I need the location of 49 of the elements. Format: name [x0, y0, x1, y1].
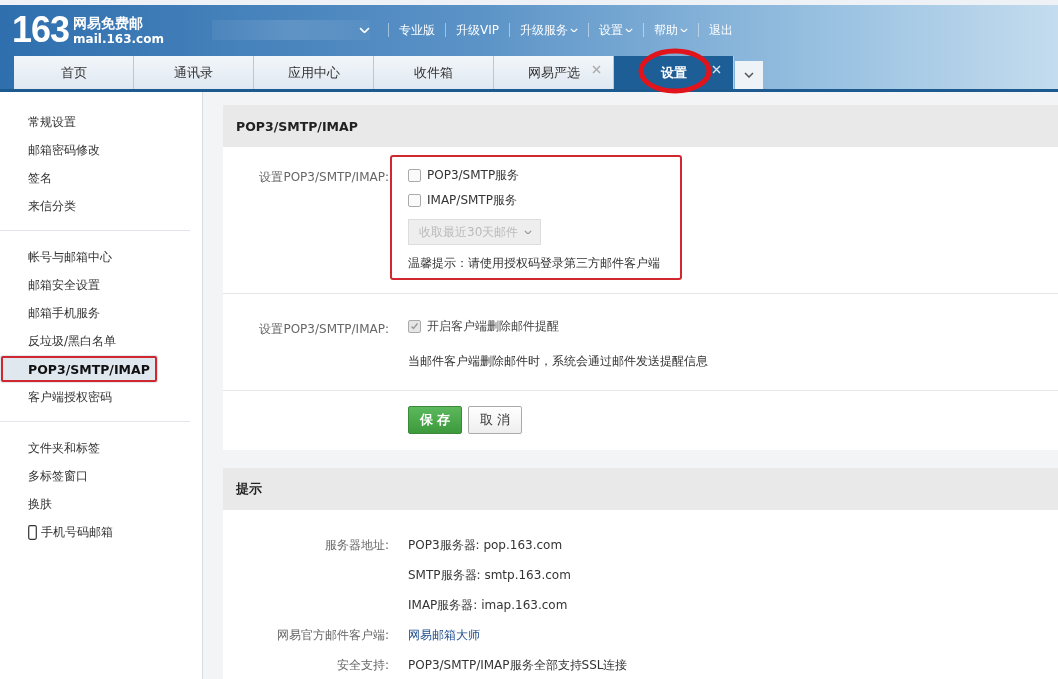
sidebar-item[interactable]: 常规设置	[0, 108, 188, 136]
sidebar-item[interactable]: POP3/SMTP/IMAP	[0, 355, 158, 383]
nav-tab[interactable]: 网易严选	[494, 56, 614, 89]
sidebar-item[interactable]: 帐号与邮箱中心	[0, 243, 188, 271]
chevron-down-icon	[679, 27, 688, 33]
client-link[interactable]: 网易邮箱大师	[408, 620, 480, 650]
nav-tab[interactable]: 通讯录	[134, 56, 254, 89]
hint-text: 温馨提示：请使用授权码登录第三方邮件客户端	[408, 255, 660, 272]
form-label: 设置POP3/SMTP/IMAP:	[258, 321, 389, 338]
info-value: POP3/SMTP/IMAP服务全部支持SSL连接	[408, 656, 628, 674]
info-label: 安全支持:	[335, 656, 389, 674]
chevron-down-icon	[358, 26, 370, 34]
sidebar-item[interactable]: 手机号码邮箱	[0, 518, 188, 546]
phone-icon	[28, 524, 37, 540]
info-value: SMTP服务器: smtp.163.com	[408, 566, 571, 584]
sidebar-item[interactable]: 邮箱安全设置	[0, 271, 188, 299]
checkbox-option[interactable]: POP3/SMTP服务	[408, 163, 660, 188]
sidebar-item[interactable]: 多标签窗口	[0, 462, 188, 490]
sidebar-item[interactable]: 邮箱手机服务	[0, 299, 188, 327]
chevron-down-icon	[524, 229, 532, 235]
chevron-down-icon	[744, 72, 754, 78]
info-value: IMAP服务器: imap.163.com	[408, 596, 569, 614]
form-label: 设置POP3/SMTP/IMAP:	[258, 169, 389, 186]
logo-domain: mail.163.com	[73, 31, 164, 46]
sidebar-item[interactable]: 邮箱密码修改	[0, 136, 188, 164]
chevron-down-icon	[624, 27, 633, 33]
nav-tab[interactable]: 收件箱	[374, 56, 494, 89]
sidebar-item[interactable]: 换肤	[0, 490, 188, 518]
cancel-button[interactable]: 取 消	[468, 406, 522, 434]
checkbox-option[interactable]: IMAP/SMTP服务	[408, 188, 660, 213]
sidebar-item[interactable]: 反垃圾/黑白名单	[0, 327, 188, 355]
panel-title: POP3/SMTP/IMAP	[223, 105, 1058, 147]
info-value: POP3服务器: pop.163.com	[408, 536, 564, 554]
info-label: 服务器地址:	[323, 536, 389, 554]
info-label: 网易官方邮件客户端:	[275, 626, 389, 644]
sidebar-item[interactable]: 签名	[0, 164, 188, 192]
account-selector[interactable]	[211, 20, 370, 41]
nav-tab[interactable]: 首页	[14, 56, 134, 89]
more-tabs-button[interactable]	[735, 61, 763, 89]
panel-title: 提示	[223, 468, 1058, 510]
hint-text: 当邮件客户端删除邮件时，系统会通过邮件发送提醒信息	[408, 353, 708, 370]
logo-name: 网易免费邮	[73, 14, 145, 32]
logo-number: 163	[12, 9, 70, 52]
chevron-down-icon	[569, 27, 578, 33]
sidebar-item[interactable]: 文件夹和标签	[0, 434, 188, 462]
sidebar-item[interactable]: 来信分类	[0, 192, 188, 220]
sidebar-item[interactable]: 客户端授权密码	[0, 383, 188, 411]
nav-tab[interactable]: 应用中心	[254, 56, 374, 89]
check-icon	[410, 322, 419, 331]
